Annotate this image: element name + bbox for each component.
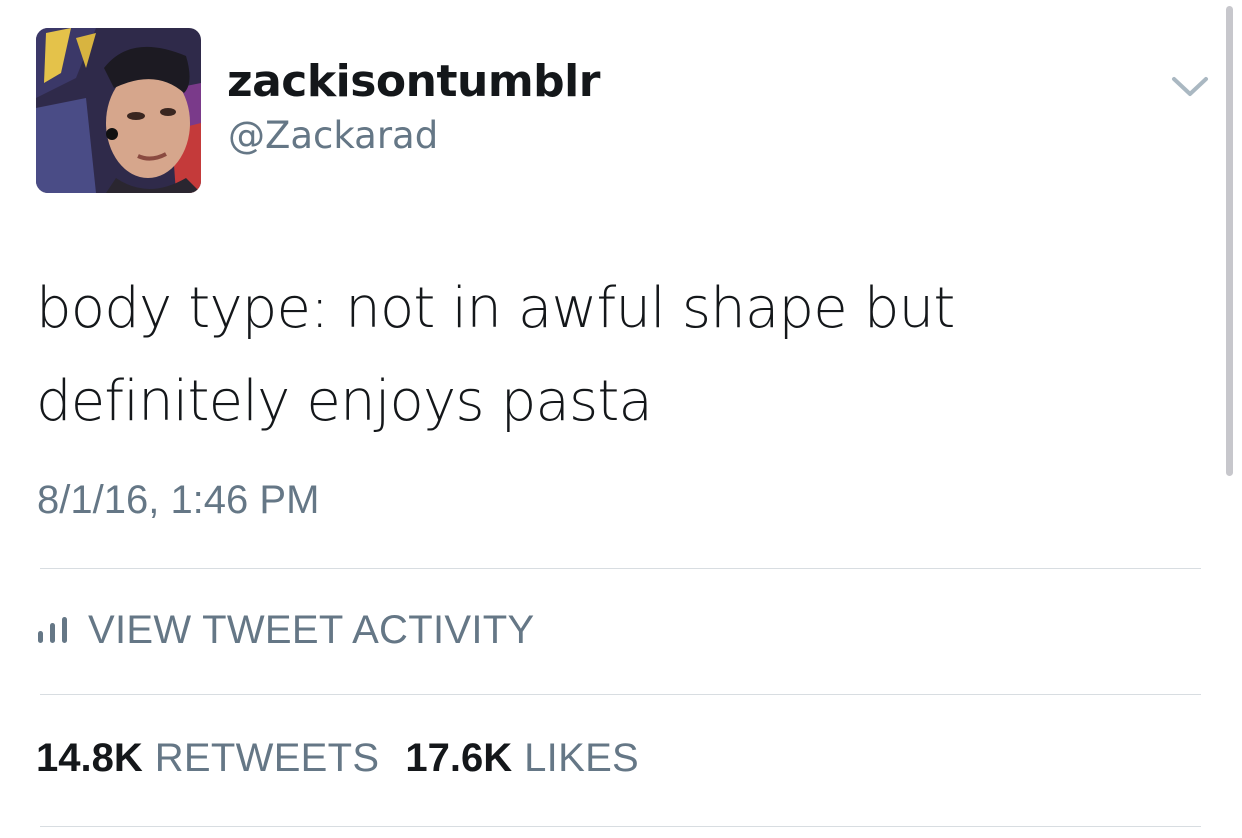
view-tweet-activity-button[interactable]: VIEW TWEET ACTIVITY bbox=[36, 604, 535, 656]
likes-stat[interactable]: 17.6K LIKES bbox=[405, 736, 639, 781]
activity-label: VIEW TWEET ACTIVITY bbox=[88, 608, 535, 652]
scrollbar[interactable] bbox=[1226, 6, 1233, 476]
tweet-detail: zackisontumblr @Zackarad body type: not … bbox=[0, 0, 1242, 838]
chevron-down-icon[interactable] bbox=[1170, 72, 1210, 102]
tweet-stats: 14.8K RETWEETS 17.6K LIKES bbox=[36, 736, 665, 788]
display-name[interactable]: zackisontumblr bbox=[227, 54, 600, 110]
tweet-text: body type: not in awful shape but defini… bbox=[36, 262, 1186, 448]
likes-label: LIKES bbox=[524, 736, 640, 780]
tweet-text-line: body type: not in awful shape but bbox=[36, 276, 955, 341]
tweet-timestamp[interactable]: 8/1/16, 1:46 PM bbox=[37, 476, 319, 524]
avatar-photo bbox=[36, 28, 201, 193]
divider bbox=[40, 568, 1201, 569]
retweets-label: RETWEETS bbox=[154, 736, 380, 780]
bar-chart-icon bbox=[36, 615, 70, 645]
user-handle[interactable]: @Zackarad bbox=[228, 112, 438, 160]
divider bbox=[40, 826, 1201, 827]
retweets-stat[interactable]: 14.8K RETWEETS bbox=[36, 736, 379, 781]
retweets-count: 14.8K bbox=[36, 736, 143, 780]
avatar[interactable] bbox=[36, 28, 201, 193]
divider bbox=[40, 694, 1201, 695]
tweet-text-line: definitely enjoys pasta bbox=[36, 369, 653, 434]
likes-count: 17.6K bbox=[405, 736, 513, 780]
